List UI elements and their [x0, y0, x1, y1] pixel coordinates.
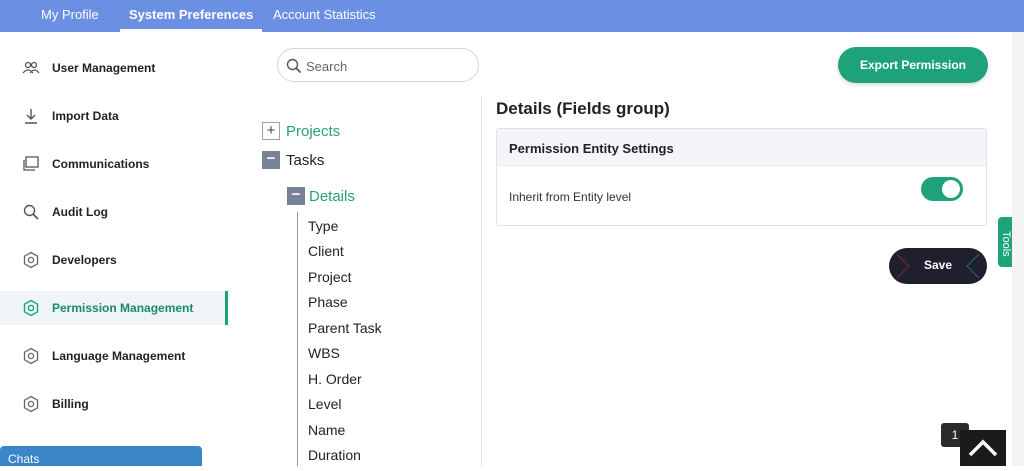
sidebar-item-label: Developers	[52, 253, 117, 267]
tree-connector-line	[297, 212, 298, 466]
expand-projects-toggle[interactable]: +	[262, 122, 280, 140]
sidebar-item-label: User Management	[52, 61, 156, 75]
sidebar-item-language-management[interactable]: Language Management	[0, 339, 228, 373]
tree-leaf-name[interactable]: Name	[308, 422, 345, 438]
search-icon	[286, 58, 302, 74]
scrollbar[interactable]	[1012, 32, 1024, 466]
sidebar-item-label: Billing	[52, 397, 89, 411]
top-nav-bar: My Profile System Preferences Account St…	[0, 0, 1024, 32]
scroll-to-top-button[interactable]	[960, 430, 1006, 466]
tree-leaf-project[interactable]: Project	[308, 269, 352, 285]
tree-node-details[interactable]: Details	[309, 188, 355, 205]
download-icon	[22, 107, 40, 125]
collapse-details-toggle[interactable]: −	[287, 187, 305, 205]
card-header: Permission Entity Settings	[497, 129, 986, 166]
sidebar-item-permission-management[interactable]: Permission Management	[0, 291, 228, 325]
tree-leaf-client[interactable]: Client	[308, 243, 344, 259]
tab-my-profile[interactable]: My Profile	[41, 0, 99, 32]
inherit-label: Inherit from Entity level	[509, 190, 632, 204]
inherit-toggle-switch[interactable]	[921, 177, 963, 201]
sidebar-item-label: Import Data	[52, 109, 119, 123]
search-icon	[22, 203, 40, 221]
save-button[interactable]: Save	[889, 248, 987, 284]
tree-leaf-wbs[interactable]: WBS	[308, 345, 340, 361]
users-icon	[22, 59, 40, 77]
search-placeholder: Search	[306, 59, 348, 74]
export-permission-button[interactable]: Export Permission	[838, 47, 988, 83]
tree-leaf-level[interactable]: Level	[308, 396, 341, 412]
tree-leaf-h-order[interactable]: H. Order	[308, 371, 362, 387]
sidebar-item-label: Permission Management	[52, 301, 194, 315]
sidebar-item-developers[interactable]: Developers	[0, 243, 228, 277]
tree-leaf-phase[interactable]: Phase	[308, 294, 348, 310]
tools-label: Tools	[1000, 231, 1012, 257]
sidebar-item-communications[interactable]: Communications	[0, 147, 228, 181]
permission-entity-settings-card: Permission Entity Settings Inherit from …	[496, 128, 987, 226]
sidebar-item-import-data[interactable]: Import Data	[0, 99, 228, 133]
tree-leaf-duration[interactable]: Duration	[308, 447, 361, 463]
settings-sidebar: User Management Import Data Communicatio…	[0, 32, 230, 466]
hexagon-gear-icon	[22, 299, 40, 317]
sidebar-item-label: Communications	[52, 157, 150, 171]
panel-divider	[481, 96, 482, 466]
chevron-up-icon	[968, 439, 998, 457]
tab-account-statistics[interactable]: Account Statistics	[273, 0, 376, 32]
chat-window-icon	[22, 155, 40, 173]
tree-node-tasks[interactable]: Tasks	[286, 152, 324, 169]
tree-node-projects[interactable]: Projects	[286, 123, 340, 140]
hexagon-gear-icon	[22, 395, 40, 413]
tree-leaf-parent-task[interactable]: Parent Task	[308, 320, 382, 336]
tree-leaf-type[interactable]: Type	[308, 218, 338, 234]
hexagon-gear-icon	[22, 347, 40, 365]
sidebar-item-user-management[interactable]: User Management	[0, 51, 228, 85]
search-input[interactable]: Search	[277, 48, 479, 82]
sidebar-item-audit-log[interactable]: Audit Log	[0, 195, 228, 229]
tab-system-preferences[interactable]: System Preferences	[120, 0, 263, 32]
toggle-knob	[942, 180, 960, 198]
sidebar-item-billing[interactable]: Billing	[0, 387, 228, 421]
sidebar-item-label: Audit Log	[52, 205, 108, 219]
save-label: Save	[923, 258, 953, 272]
sidebar-item-label: Language Management	[52, 349, 186, 363]
chats-button[interactable]: Chats	[0, 446, 202, 466]
collapse-tasks-toggle[interactable]: −	[262, 151, 280, 169]
card-title: Permission Entity Settings	[509, 141, 674, 156]
page-title: Details (Fields group)	[496, 99, 670, 118]
hexagon-gear-icon	[22, 251, 40, 269]
